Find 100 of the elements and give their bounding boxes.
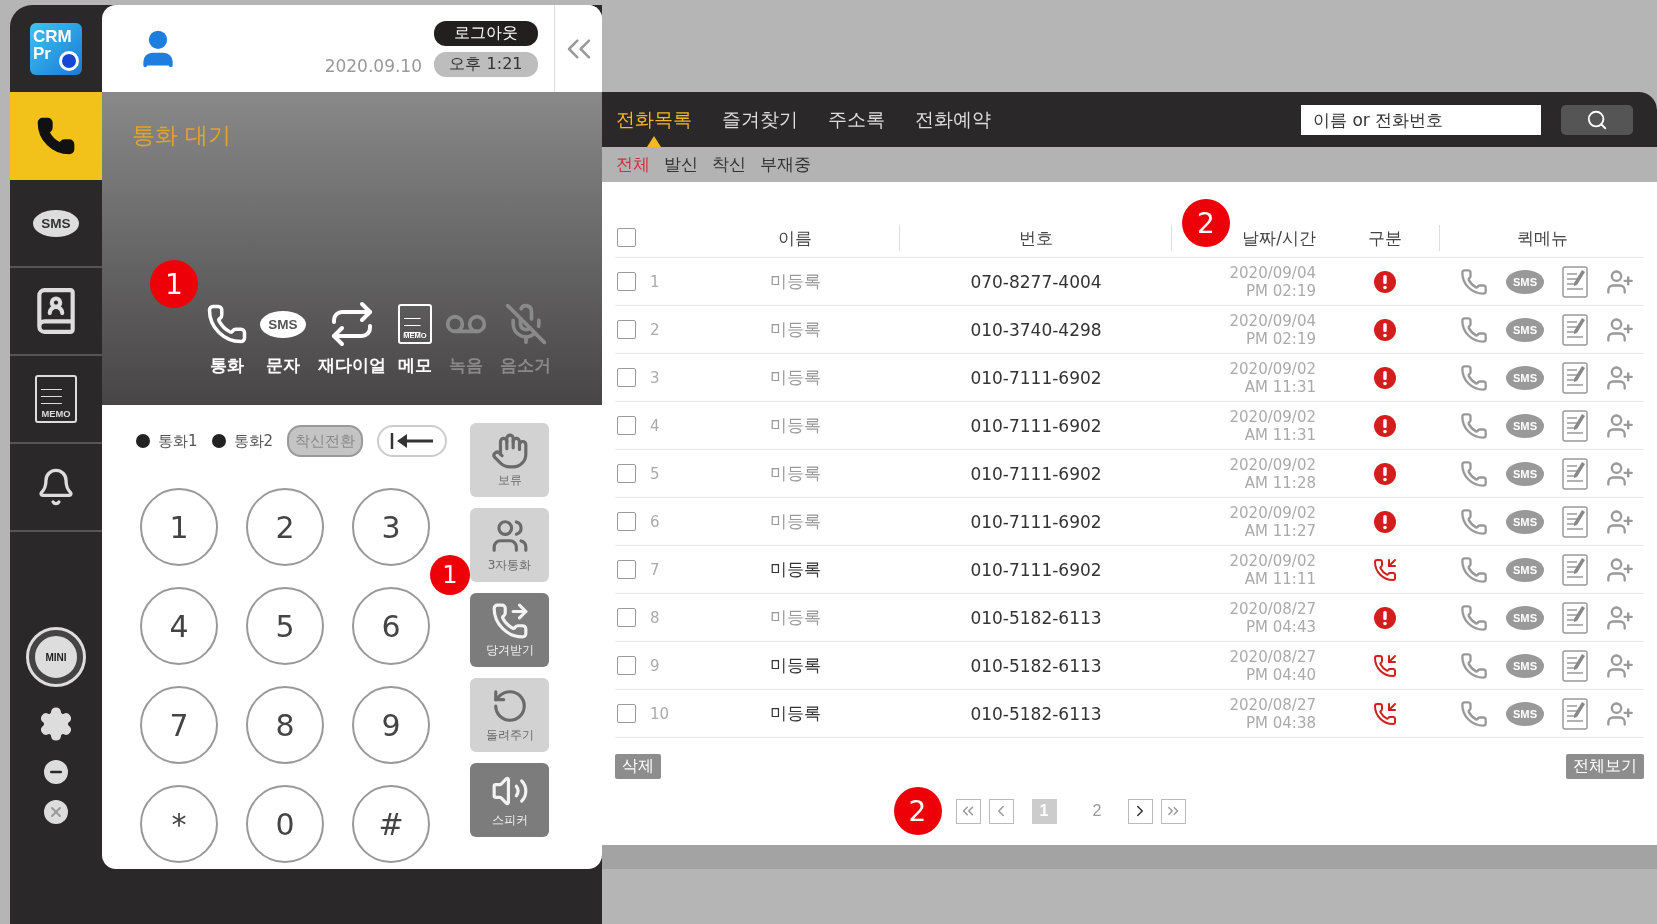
call-icon[interactable] [1460,507,1488,536]
row-checkbox[interactable] [617,416,636,435]
memo-icon[interactable] [1562,409,1588,442]
name-cell-text: 미등록 [768,606,822,629]
select-all-checkbox[interactable] [617,228,636,247]
line-label: 통화1 [136,431,198,451]
add-contact-icon[interactable] [1606,699,1634,728]
alert-icon [1373,413,1397,438]
view-all-button[interactable]: 전체보기 [1566,754,1644,779]
logo-dot [59,51,79,71]
add-contact-icon[interactable] [1606,363,1634,392]
previous-page-button[interactable] [988,798,1014,824]
keypad-key[interactable]: 8 [246,686,324,764]
row-checkbox[interactable] [617,656,636,675]
add-contact-icon[interactable] [1606,651,1634,680]
memo-icon[interactable] [1562,697,1588,730]
memo-icon[interactable] [1562,361,1588,394]
call-action-button[interactable]: 통화 [206,300,248,377]
row-number: 2 [649,320,661,339]
memo-icon[interactable] [1562,265,1588,298]
row-checkbox[interactable] [617,560,636,579]
callout-badge: 1 [430,555,470,595]
collapse-button[interactable] [554,5,602,92]
next-page-button[interactable] [1127,798,1153,824]
keypad-key[interactable]: 3 [352,488,430,566]
row-checkbox[interactable] [617,512,636,531]
memo-icon[interactable] [1562,313,1588,346]
keypad-key[interactable]: 0 [246,785,324,863]
datetime-cell-text: 2020/09/02 AM 11:11 [1228,551,1317,588]
call-action-button[interactable]: 재다이얼 [318,300,386,377]
bell-icon [36,467,76,507]
mute-icon [503,302,548,346]
call-icon[interactable] [1460,603,1488,632]
keypad-key[interactable]: # [352,785,430,863]
callout-badge: 2 [893,787,942,835]
row-checkbox[interactable] [617,464,636,483]
row-checkbox[interactable] [617,272,636,291]
call-icon[interactable] [1460,699,1488,728]
row-checkbox[interactable] [617,368,636,387]
keypad-key[interactable]: 6 [352,587,430,665]
mini-mode-button[interactable]: MINI [29,630,83,684]
add-contact-icon[interactable] [1606,315,1634,344]
call-icon[interactable] [1460,651,1488,680]
filter-tab[interactable]: 발신 [664,153,698,176]
tab[interactable]: 즐겨찾기 [722,92,798,147]
keypad-key[interactable]: 1 [140,488,218,566]
row-checkbox[interactable] [617,704,636,723]
memo-icon[interactable] [1562,553,1588,586]
call-icon[interactable] [1460,267,1488,296]
column-header: 이름 [690,224,900,251]
call-icon[interactable] [1460,555,1488,584]
sidebar-item[interactable]: MEMO [10,356,102,444]
add-contact-icon[interactable] [1606,603,1634,632]
line-dot-icon [136,434,150,448]
call-icon[interactable] [1460,315,1488,344]
memo-icon[interactable] [1562,649,1588,682]
logout-button[interactable]: 로그아웃 [434,20,538,46]
memo-icon[interactable] [1562,457,1588,490]
datetime-cell-text: 2020/08/27 PM 04:40 [1228,647,1317,684]
keypad-key[interactable]: 9 [352,686,430,764]
close-button[interactable] [44,800,68,824]
row-checkbox[interactable] [617,320,636,339]
time-display[interactable]: 오후 1:21 [434,51,538,77]
search-field[interactable]: 이름 or 전화번호 [1301,104,1541,135]
call-icon[interactable] [1460,459,1488,488]
incoming-call-icon [1373,701,1397,726]
tab[interactable]: 전화예약 [915,92,991,147]
filter-tab[interactable]: 부재중 [760,153,811,176]
add-contact-icon[interactable] [1606,459,1634,488]
memo-icon[interactable] [1562,601,1588,634]
keypad-key[interactable]: 5 [246,587,324,665]
keypad-key[interactable]: 4 [140,587,218,665]
call-function-button[interactable]: 스피커 [470,763,549,837]
add-contact-icon[interactable] [1606,411,1634,440]
keypad-key[interactable]: 7 [140,686,218,764]
sidebar-item[interactable] [10,92,102,180]
call-icon[interactable] [1460,363,1488,392]
row-number: 1 [649,272,661,291]
delete-button[interactable]: 삭제 [615,754,661,779]
last-page-button[interactable] [1160,798,1186,824]
filter-tab[interactable]: 착신 [712,153,746,176]
keypad-key[interactable]: * [140,785,218,863]
call-action-button[interactable]: SMS 문자 [260,300,306,377]
tab[interactable]: 주소록 [828,92,885,147]
memo-icon[interactable] [1562,505,1588,538]
add-contact-icon[interactable] [1606,507,1634,536]
first-page-button[interactable] [955,798,981,824]
phone-number-cell-text: 010-7111-6902 [969,463,1103,484]
backspace-button[interactable] [377,425,448,457]
keypad-key[interactable]: 2 [246,488,324,566]
row-checkbox[interactable] [617,608,636,627]
search-button[interactable] [1561,104,1633,135]
add-contact-icon[interactable] [1606,555,1634,584]
add-contact-icon[interactable] [1606,267,1634,296]
callout-badge: 2 [1182,199,1230,247]
minimize-button[interactable] [44,760,68,784]
settings-icon[interactable] [38,706,74,742]
call-icon[interactable] [1460,411,1488,440]
logo-text: CRM Pr [33,27,72,63]
call-function-button[interactable]: 당겨받기 [470,593,549,667]
